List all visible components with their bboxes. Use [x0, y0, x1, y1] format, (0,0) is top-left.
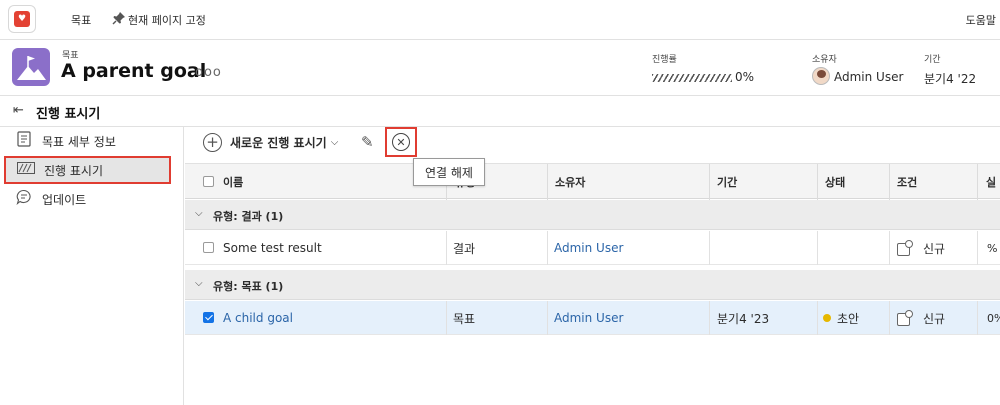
column-divider — [977, 164, 978, 200]
column-header-period[interactable]: 기간 — [717, 174, 737, 190]
column-header-owner[interactable]: 소유자 — [555, 174, 585, 190]
pin-page-button[interactable]: 현재 페이지 고정 — [128, 12, 206, 28]
row-actual: % — [987, 241, 998, 255]
row-type: 결과 — [453, 241, 476, 256]
cell-divider — [977, 231, 978, 265]
toolbar: + 새로운 진행 표시기 ⌵ ✎ ✕ — [185, 127, 1000, 163]
select-all-checkbox[interactable] — [203, 176, 214, 187]
column-divider — [817, 164, 818, 200]
table-row[interactable]: A child goal 목표 Admin User 분기4 '23 초안 신규… — [185, 301, 1000, 335]
goal-mountain-icon — [12, 48, 50, 86]
column-divider — [709, 164, 710, 200]
logo-icon: ♥ — [14, 11, 30, 27]
column-divider — [547, 164, 548, 200]
nav-item-goal-details[interactable]: 목표 세부 정보 — [4, 127, 171, 155]
period-label: 기간 — [924, 55, 941, 65]
chevron-down-icon: ⌵ — [195, 208, 203, 219]
plus-icon: + — [203, 133, 222, 152]
row-type: 목표 — [453, 311, 476, 326]
nav-item-updates[interactable]: 업데이트 — [4, 185, 171, 213]
app-logo[interactable]: ♥ — [8, 5, 36, 33]
add-button-label: 새로운 진행 표시기 — [230, 136, 327, 150]
condition-label: 신규 — [923, 311, 946, 326]
comment-icon — [14, 189, 34, 209]
edit-pencil-icon[interactable]: ✎ — [361, 133, 374, 151]
cell-divider — [889, 301, 890, 335]
progress-value: 0% — [735, 70, 755, 84]
chevron-down-icon: ⌵ — [195, 278, 203, 289]
row-name[interactable]: Some test result — [223, 231, 322, 265]
column-header-actual[interactable]: 실 — [986, 174, 996, 190]
nav-goals-link[interactable]: 목표 — [71, 12, 91, 28]
cell-divider — [547, 231, 548, 265]
add-progress-indicator-button[interactable]: + 새로운 진행 표시기 ⌵ — [203, 133, 338, 152]
owner-label: 소유자 — [812, 55, 837, 65]
column-header-status[interactable]: 상태 — [825, 174, 845, 190]
row-checkbox[interactable] — [203, 312, 214, 323]
row-actual: 0% — [987, 311, 1000, 325]
nav-item-progress-indicators[interactable]: 진행 표시기 — [4, 156, 171, 184]
cell-divider — [817, 231, 818, 265]
column-header-name[interactable]: 이름 — [223, 174, 243, 190]
row-status: 초안 — [823, 301, 859, 335]
row-name[interactable]: A child goal — [223, 301, 293, 335]
condition-icon — [897, 310, 913, 326]
column-divider — [889, 164, 890, 200]
help-link[interactable]: 도움말 — [966, 12, 996, 28]
table-header: 이름 유형 소유자 기간 상태 조건 실 — [185, 163, 1000, 200]
status-label: 초안 — [837, 311, 860, 326]
close-circle-icon: ✕ — [392, 133, 410, 151]
more-options-icon[interactable]: ooo — [195, 65, 222, 80]
row-condition[interactable]: 신규 — [897, 231, 945, 265]
cell-divider — [446, 231, 447, 265]
group-label: 유형: 결과 (1) — [213, 210, 284, 223]
cell-divider — [709, 301, 710, 335]
nav-item-label: 진행 표시기 — [44, 163, 104, 178]
document-icon — [14, 131, 34, 151]
unlink-tooltip: 연결 해제 — [413, 158, 485, 186]
owner-value[interactable]: Admin User — [834, 70, 903, 84]
row-owner[interactable]: Admin User — [554, 301, 623, 335]
row-checkbox[interactable] — [203, 242, 214, 253]
unlink-button[interactable]: ✕ — [385, 127, 417, 157]
cell-divider — [709, 231, 710, 265]
group-header-results[interactable]: ⌵ 유형: 결과 (1) — [185, 200, 1000, 230]
condition-label: 신규 — [923, 241, 946, 256]
cell-divider — [817, 301, 818, 335]
group-header-goals[interactable]: ⌵ 유형: 목표 (1) — [185, 270, 1000, 300]
group-label: 유형: 목표 (1) — [213, 280, 284, 293]
goal-title: A parent goal — [61, 60, 207, 82]
period-value: 분기4 '22 — [924, 72, 977, 86]
condition-icon — [897, 240, 913, 256]
progress-bar — [652, 74, 732, 82]
collapse-panel-icon[interactable]: ⇤ — [13, 103, 24, 118]
top-bar: ♥ 목표 현재 페이지 고정 도움말 — [0, 0, 1000, 40]
table-row[interactable]: Some test result 결과 Admin User 신규 % — [185, 231, 1000, 265]
goal-header: 목표 A parent goal ooo 진행률 0% 소유자 Admin Us… — [0, 40, 1000, 96]
section-header: ⇤ 진행 표시기 — [0, 96, 1000, 127]
cell-divider — [547, 301, 548, 335]
owner-avatar — [812, 67, 830, 85]
status-dot-icon — [823, 314, 831, 322]
left-nav: 목표 세부 정보 진행 표시기 업데이트 — [0, 127, 184, 405]
progress-indicator-icon — [16, 162, 36, 178]
section-title: 진행 표시기 — [36, 107, 101, 122]
cell-divider — [977, 301, 978, 335]
cell-divider — [889, 231, 890, 265]
nav-item-label: 목표 세부 정보 — [42, 134, 116, 149]
nav-item-label: 업데이트 — [42, 192, 87, 207]
progress-label: 진행률 — [652, 55, 677, 65]
row-condition[interactable]: 신규 — [897, 301, 945, 335]
column-header-condition[interactable]: 조건 — [897, 174, 917, 190]
row-owner[interactable]: Admin User — [554, 231, 623, 265]
row-period: 분기4 '23 — [717, 311, 770, 326]
chevron-down-icon: ⌵ — [330, 137, 339, 148]
cell-divider — [446, 301, 447, 335]
pin-icon — [112, 12, 125, 25]
